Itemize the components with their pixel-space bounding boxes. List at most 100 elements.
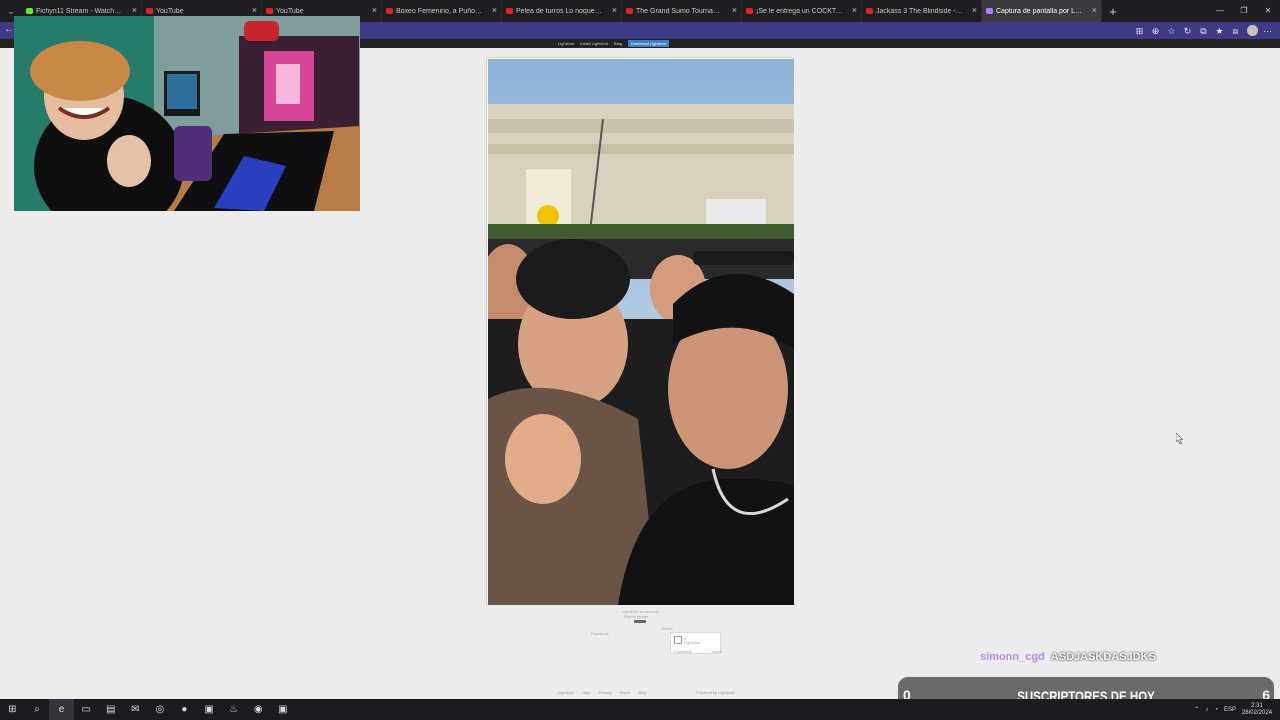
- share-label: Share: [662, 626, 673, 631]
- obs-icon[interactable]: ◉: [246, 699, 271, 720]
- like-label[interactable]: Facebook: [591, 631, 609, 636]
- page-nav: Lightshot Install Lightshot Blog Downloa…: [558, 40, 670, 47]
- clock-time: 2:31: [1251, 702, 1263, 709]
- tab-close-icon[interactable]: ×: [372, 5, 377, 15]
- collections-icon[interactable]: ⧈: [1229, 25, 1242, 37]
- mail-icon[interactable]: ✉: [123, 699, 148, 720]
- footer-terms[interactable]: Terms: [620, 690, 631, 695]
- chat-text: ASDJASKDASJDKS: [1050, 651, 1156, 663]
- browser-tab[interactable]: Boxeo Femenino, a Puño Limpio ×: [382, 0, 502, 22]
- social-thumbnail: [674, 636, 682, 644]
- kick-favicon-icon: [26, 8, 33, 14]
- download-button[interactable]: Download Lightshot: [628, 40, 670, 47]
- window-controls: — ❐ ✕: [1208, 0, 1280, 22]
- screenshot-image-frame: [486, 57, 794, 605]
- screenshot-image[interactable]: [488, 59, 794, 605]
- selfie-photo: [488, 59, 794, 605]
- windows-start-icon[interactable]: ⊞: [0, 699, 25, 720]
- volume-icon[interactable]: ♪: [1205, 707, 1208, 713]
- tab-title: YouTube: [156, 7, 184, 15]
- footer-powered-by: Powered by Lightshot: [696, 690, 735, 695]
- tab-close-icon[interactable]: ×: [132, 5, 137, 15]
- tab-title: The Grand Sumo Tournament Du: [636, 7, 723, 15]
- tab-close-icon[interactable]: ×: [732, 5, 737, 15]
- youtube-favicon-icon: [506, 8, 513, 14]
- social-tweet[interactable]: Tweet: [711, 649, 722, 654]
- favorites-icon[interactable]: ★: [1213, 25, 1226, 37]
- windows-taskbar: ⊞ ⌕ e ▭ ▤ ✉ ◎ ● ▣ ♨ ◉ ▣ ⌃ ♪ ◔ ESP 2:31 28/02/2024: [0, 699, 1280, 720]
- steam-icon[interactable]: ♨: [221, 699, 246, 720]
- more-icon[interactable]: ⋯: [1261, 25, 1274, 37]
- footer-logo[interactable]: Lightshot: [558, 690, 574, 695]
- clock[interactable]: 2:31 28/02/2024: [1242, 703, 1272, 717]
- youtube-favicon-icon: [386, 8, 393, 14]
- toolbar-icons: ⊞ ⊕ ☆ ↻ ⧉ ★ ⧈ ⋯: [1133, 23, 1274, 38]
- browser-tab[interactable]: Captura de pantalla por Lightshot ×: [982, 0, 1102, 22]
- extensions-icon[interactable]: ⧉: [1197, 25, 1210, 37]
- browser-tab[interactable]: Pelea de turros Lo noquea de un ×: [502, 0, 622, 22]
- news-icon[interactable]: ▣: [197, 699, 222, 720]
- social-like[interactable]: Facebook: [674, 649, 692, 654]
- tab-close-icon[interactable]: ×: [1092, 5, 1097, 15]
- tab-close-icon[interactable]: ×: [492, 5, 497, 15]
- share-button[interactable]: [634, 620, 646, 623]
- report-link[interactable]: Report image: [624, 614, 648, 619]
- youtube-favicon-icon: [266, 8, 273, 14]
- discord-icon[interactable]: ◎: [148, 699, 173, 720]
- clock-date: 28/02/2024: [1241, 709, 1272, 716]
- zoom-icon[interactable]: ⊕: [1149, 25, 1162, 37]
- tab-close-icon[interactable]: ×: [972, 5, 977, 15]
- tab-title: Boxeo Femenino, a Puño Limpio: [396, 7, 483, 15]
- chat-username: simonn_cgd: [980, 651, 1045, 663]
- app-icon[interactable]: ▣: [271, 699, 296, 720]
- new-tab-button[interactable]: +: [1102, 0, 1124, 22]
- tab-title: Jackass 3 The Blindside - YouTube: [876, 7, 963, 15]
- lightshot-favicon-icon: [986, 8, 993, 14]
- webcam-feed: [14, 16, 360, 211]
- search-icon[interactable]: ⌕: [25, 699, 50, 720]
- maximize-button[interactable]: ❐: [1232, 0, 1256, 22]
- refresh-icon[interactable]: ↻: [1181, 25, 1194, 37]
- browser-tab[interactable]: The Grand Sumo Tournament Du ×: [622, 0, 742, 22]
- file-explorer-icon[interactable]: ▭: [74, 699, 99, 720]
- tab-title: Captura de pantalla por Lightshot: [996, 7, 1083, 15]
- tab-close-icon[interactable]: ×: [252, 5, 257, 15]
- microsoft-store-icon[interactable]: ▤: [98, 699, 123, 720]
- footer-help[interactable]: Help: [582, 690, 590, 695]
- edge-icon[interactable]: e: [49, 699, 74, 720]
- profile-icon[interactable]: [1247, 25, 1258, 36]
- tray-chevron-icon[interactable]: ⌃: [1194, 706, 1199, 713]
- social-widget: 0 Lightshot Facebook Tweet: [670, 632, 722, 654]
- tab-title: ¡Se le entrega un COCKTAIL DE SU: [756, 7, 843, 15]
- webcam-overlay: [14, 16, 360, 211]
- back-button[interactable]: ←: [4, 24, 14, 36]
- close-window-button[interactable]: ✕: [1256, 0, 1280, 22]
- page-footer: Lightshot Help Privacy Terms Blog: [558, 690, 647, 695]
- footer-privacy[interactable]: Privacy: [598, 690, 611, 695]
- tab-title: YouTube: [276, 7, 304, 15]
- spotify-icon[interactable]: ●: [172, 699, 197, 720]
- browser-tab[interactable]: Jackass 3 The Blindside - YouTube ×: [862, 0, 982, 22]
- youtube-favicon-icon: [746, 8, 753, 14]
- footer-blog[interactable]: Blog: [638, 690, 646, 695]
- tab-title: Fichyn11 Stream - Watch Live on: [36, 7, 123, 15]
- tab-title: Pelea de turros Lo noquea de un: [516, 7, 603, 15]
- taskbar-apps: ⊞ ⌕ e ▭ ▤ ✉ ◎ ● ▣ ♨ ◉ ▣: [0, 699, 295, 720]
- apps-icon[interactable]: ⊞: [1133, 25, 1146, 37]
- nav-blog[interactable]: Blog: [614, 40, 622, 47]
- youtube-favicon-icon: [866, 8, 873, 14]
- language-indicator[interactable]: ESP: [1224, 707, 1236, 713]
- nav-install[interactable]: Install Lightshot: [580, 40, 608, 47]
- star-icon[interactable]: ☆: [1165, 25, 1178, 37]
- network-icon[interactable]: ◔: [1214, 707, 1218, 713]
- minimize-button[interactable]: —: [1208, 0, 1232, 22]
- nav-logo[interactable]: Lightshot: [558, 40, 574, 47]
- chat-message: simonn_cgd ASDJASKDASJDKS: [980, 651, 1156, 663]
- mouse-cursor-icon: [1176, 433, 1184, 444]
- social-extra: Lightshot: [684, 640, 701, 645]
- system-tray: ⌃ ♪ ◔ ESP 2:31 28/02/2024: [1194, 699, 1280, 720]
- browser-tab[interactable]: ¡Se le entrega un COCKTAIL DE SU ×: [742, 0, 862, 22]
- youtube-favicon-icon: [146, 8, 153, 14]
- tab-close-icon[interactable]: ×: [852, 5, 857, 15]
- tab-close-icon[interactable]: ×: [612, 5, 617, 15]
